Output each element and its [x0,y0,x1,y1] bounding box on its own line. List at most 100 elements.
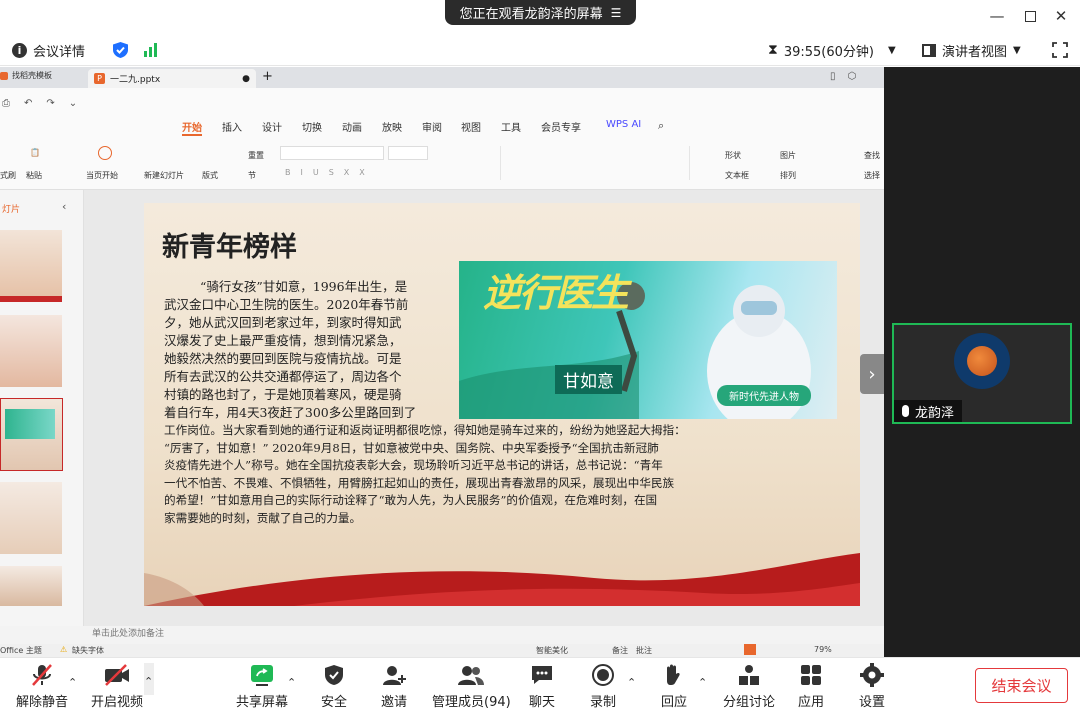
maximize-icon[interactable] [1019,6,1041,26]
next-slide-arrow-icon[interactable]: › [860,354,884,394]
slide-thumbnail[interactable] [0,482,62,554]
microphone-icon [902,405,909,417]
share-screen-button[interactable]: 共享屏幕 [236,663,288,710]
picture-label[interactable]: 图片 [780,150,796,161]
end-meeting-label: 结束会议 [991,677,1052,695]
apps-button[interactable]: 应用 [798,663,824,710]
meeting-toolbar: 解除静音 ⌃ 开启视频 ⌃ 共享屏幕 ⌃ 安全 邀请 管理成员(94) 聊天 录… [0,657,1080,714]
menu-transition[interactable]: 切换 [302,119,322,134]
beautify-label[interactable]: 智能美化 [536,645,568,656]
slideshow-icon[interactable] [744,644,756,655]
end-meeting-button[interactable]: 结束会议 [975,668,1068,703]
chat-button[interactable]: 聊天 [529,663,555,710]
close-icon[interactable]: ✕ [1050,6,1072,26]
security-button[interactable]: 安全 [321,663,347,710]
react-button[interactable]: 回应 [661,663,687,710]
tab-close-icon[interactable]: ● [242,74,250,84]
play-from-current-icon[interactable] [98,146,112,160]
current-slide[interactable]: 新青年榜样 逆行医生 甘如意 新时代先进人物 “骑行女孩”甘如意，1996年出生… [144,203,860,606]
screen-share-banner[interactable]: 您正在观看龙韵泽的屏幕 ☰ [445,0,636,25]
menu-slideshow[interactable]: 放映 [382,119,402,134]
layout-label[interactable]: 版式 [202,170,218,181]
menu-wps-ai[interactable]: WPS AI [606,119,641,130]
menu-review[interactable]: 审阅 [422,119,442,134]
meeting-info-label: 会议详情 [33,44,86,60]
banner-menu-icon[interactable]: ☰ [611,6,622,20]
comment-toggle[interactable]: 批注 [636,645,652,656]
find-label[interactable]: 查找 [864,150,880,161]
chevron-up-icon[interactable]: ⌃ [698,676,707,689]
search-icon[interactable]: ⌕ [658,119,664,133]
share-label: 共享屏幕 [236,695,289,710]
start-video-button[interactable]: 开启视频 [91,663,143,710]
zoom-level[interactable]: 79% [814,645,832,654]
chevron-up-icon[interactable]: ⌃ [627,676,636,689]
chevron-down-icon[interactable]: ⌄ [69,98,77,109]
textbox-label[interactable]: 文本框 [725,170,749,181]
slide-thumbnail[interactable] [0,230,62,302]
panel-label: 灯片 [2,205,21,215]
current-start-label[interactable]: 当页开始 [86,170,118,181]
cube-icon[interactable]: ⬡ [848,71,857,82]
participant-tile[interactable]: 龙韵泽 [892,323,1072,424]
select-label[interactable]: 选择 [864,170,880,181]
slide-thumbnail[interactable] [0,566,62,606]
chevron-up-icon[interactable]: ⌃ [287,676,296,689]
wps-window-tools[interactable]: ▯ ⬡ [830,71,856,82]
body-line: 一代不怕苦、不畏难、不惧牺牲，用臂膀扛起如山的责任，展现出青春激昂的风采，展现出… [164,475,675,490]
menu-design[interactable]: 设计 [262,119,282,134]
paste-button-icon[interactable]: 📋 [30,148,40,157]
format-painter-label[interactable]: 式刷 [0,170,16,181]
undo-icon[interactable]: ↶ [24,98,32,109]
menu-member[interactable]: 会员专享 [541,119,581,134]
missing-font-label[interactable]: 缺失字体 [72,645,104,656]
encryption-shield-icon[interactable] [112,41,129,59]
unmute-button[interactable]: 解除静音 [16,663,68,710]
redo-icon[interactable]: ↷ [46,98,54,109]
chevron-up-icon[interactable]: ⌃ [68,676,77,689]
shape-label[interactable]: 形状 [725,150,741,161]
image-calligraphy: 逆行医生 [483,270,629,315]
menu-animation[interactable]: 动画 [342,119,362,134]
invite-button[interactable]: 邀请 [381,663,407,710]
settings-button[interactable]: 设置 [859,663,885,710]
tab-pptx[interactable]: P 一二九.pptx ● [88,69,256,88]
slide-thumbnail-selected[interactable] [0,398,63,471]
font-size-select[interactable] [388,146,428,160]
breakout-label: 分组讨论 [723,695,776,710]
arrange-label[interactable]: 排列 [780,170,796,181]
slide-thumbnail[interactable] [0,315,62,387]
menu-insert[interactable]: 插入 [222,119,242,134]
manage-members-button[interactable]: 管理成员(94) [432,663,511,710]
notes-toggle[interactable]: 备注 [612,645,628,656]
new-slide-label[interactable]: 新建幻灯片 [144,170,184,181]
apps-grid-icon [798,663,824,687]
fullscreen-icon[interactable] [1052,41,1068,59]
notes-placeholder[interactable]: 单击此处添加备注 [92,626,164,639]
reset-label[interactable]: 重置 [248,150,264,161]
panel-icon[interactable]: ▯ [830,71,836,82]
menu-tools[interactable]: 工具 [501,119,521,134]
font-format-buttons[interactable]: BIUSXX [285,168,375,177]
body-line: 她毅然决然的要回到医院与疫情抗战。可是 [164,351,402,366]
print-icon[interactable]: ⎙ [2,98,10,109]
network-signal-icon[interactable] [144,41,159,59]
chevron-up-icon[interactable]: ⌃ [144,663,154,695]
font-name-select[interactable] [280,146,384,160]
tab-template[interactable]: 找稻壳模板 [0,70,52,81]
paste-label[interactable]: 粘贴 [26,170,42,181]
view-mode-dropdown[interactable]: 演讲者视图 ▼ [922,41,1021,60]
breakout-rooms-button[interactable]: 分组讨论 [723,663,775,710]
meeting-timer[interactable]: ⧗ 39:55(60分钟) ▼ [768,41,896,60]
menu-home[interactable]: 开始 [182,119,202,136]
record-button[interactable]: 录制 [590,663,616,710]
add-user-icon [381,663,407,687]
section-label[interactable]: 节 [248,170,256,181]
meeting-info-button[interactable]: i 会议详情 [12,41,86,60]
menu-view[interactable]: 视图 [461,119,481,134]
minimize-icon[interactable]: — [986,6,1008,26]
security-label: 安全 [321,695,348,710]
image-name-tag: 甘如意 [555,365,622,394]
collapse-panel-icon[interactable]: ‹ [62,200,66,213]
new-tab-icon[interactable]: + [262,69,273,84]
